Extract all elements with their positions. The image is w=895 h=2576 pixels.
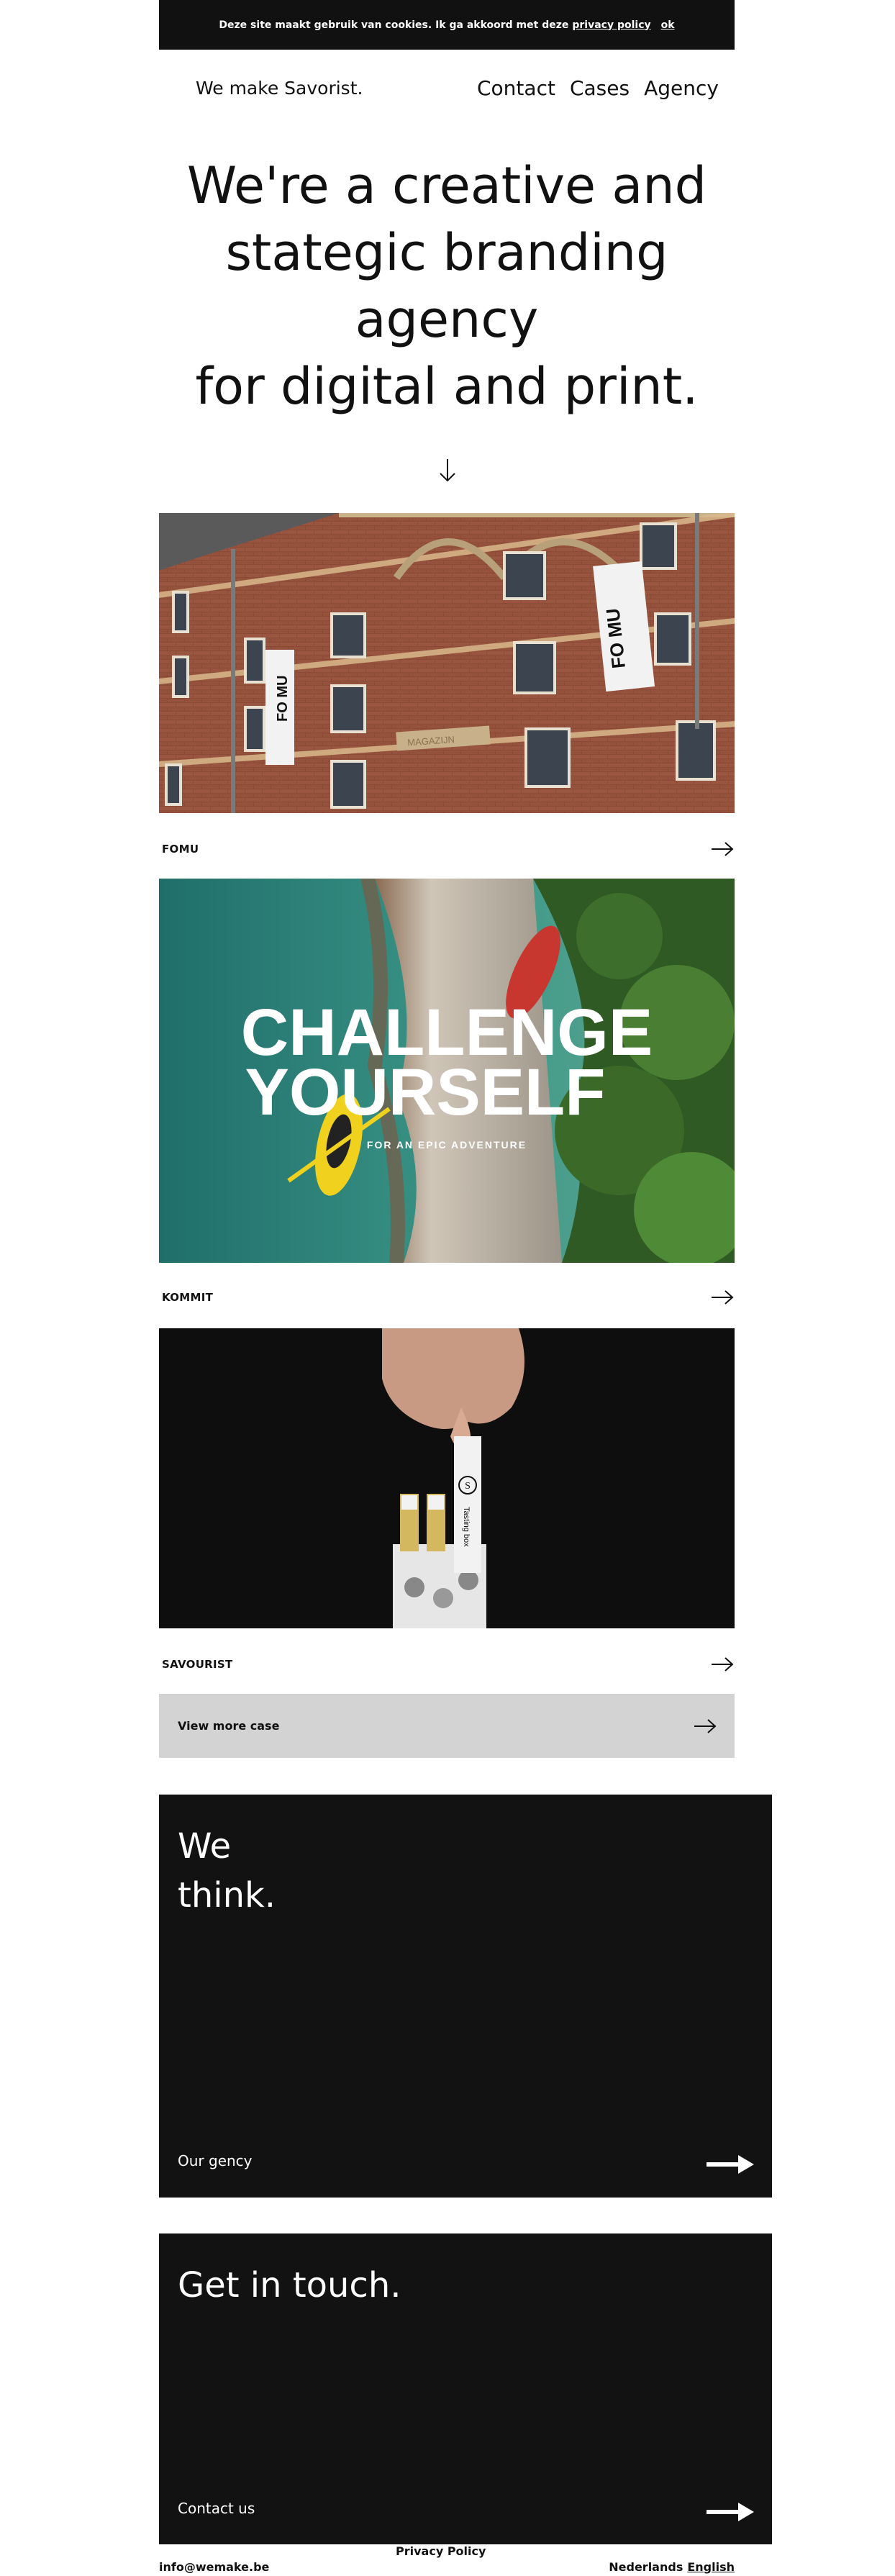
savourist-logo: S xyxy=(465,1481,471,1492)
lang-en-link[interactable]: English xyxy=(687,2560,735,2574)
nav-cases[interactable]: Cases xyxy=(570,76,630,100)
arrow-right-icon[interactable] xyxy=(710,1289,735,1305)
language-switcher: Nederlands English xyxy=(609,2560,735,2574)
kommit-adventure-image: CHALLENGE YOURSELF FOR AN EPIC ADVENTURE xyxy=(159,879,735,1263)
our-agency-link[interactable]: Our gency xyxy=(178,2152,253,2169)
main-nav: Contact Cases Agency xyxy=(477,76,719,100)
savourist-tasting-box-image: S Tasting box xyxy=(159,1328,735,1628)
brand-logo[interactable]: We make Savorist. xyxy=(196,78,363,99)
agency-title-line-1: We xyxy=(178,1826,232,1867)
nav-contact[interactable]: Contact xyxy=(477,76,555,100)
contact-block-title: Get in touch. xyxy=(178,2265,401,2305)
case-image-fomu[interactable]: FO MU FO MU MAGAZIJN xyxy=(159,513,735,813)
arrow-right-icon[interactable] xyxy=(710,841,735,857)
kommit-tagline: FOR AN EPIC ADVENTURE xyxy=(367,1139,527,1151)
case-name-savourist[interactable]: SAVOURIST xyxy=(159,1658,233,1671)
footer-privacy-policy-link[interactable]: Privacy Policy xyxy=(396,2544,486,2558)
view-more-cases-button[interactable]: View more case xyxy=(159,1694,735,1758)
hero-line-2: stategic branding agency xyxy=(225,223,668,349)
view-more-label: View more case xyxy=(178,1719,280,1733)
cookie-bar: Deze site maakt gebruik van cookies. Ik … xyxy=(159,0,735,50)
lang-nl-link[interactable]: Nederlands xyxy=(609,2560,683,2574)
hero-heading: We're a creative and stategic branding a… xyxy=(159,153,735,420)
case-row-kommit[interactable]: KOMMIT xyxy=(159,1283,735,1312)
case-name-fomu[interactable]: FOMU xyxy=(159,843,199,856)
arrow-right-icon[interactable] xyxy=(707,2501,754,2523)
case-image-savourist[interactable]: S Tasting box xyxy=(159,1328,735,1628)
kommit-headline-2: YOURSELF xyxy=(245,1056,606,1129)
case-name-kommit[interactable]: KOMMIT xyxy=(159,1291,213,1304)
footer-email-link[interactable]: info@wemake.be xyxy=(159,2560,269,2574)
arrow-right-icon xyxy=(694,1718,717,1733)
savourist-bottle-label: Tasting box xyxy=(462,1507,471,1547)
fomu-banner-left-text: FO MU xyxy=(275,676,291,722)
fomu-building-image: FO MU FO MU MAGAZIJN xyxy=(159,513,735,813)
fomu-banner-left: FO MU xyxy=(265,650,294,765)
privacy-policy-link[interactable]: privacy policy xyxy=(572,19,650,31)
contact-us-link[interactable]: Contact us xyxy=(178,2500,255,2517)
arrow-right-icon[interactable] xyxy=(710,1656,735,1672)
hero-line-3: for digital and print. xyxy=(195,357,699,416)
cookie-message: Deze site maakt gebruik van cookies. Ik … xyxy=(219,19,569,31)
nav-agency[interactable]: Agency xyxy=(644,76,719,100)
case-row-fomu[interactable]: FOMU xyxy=(159,835,735,863)
agency-block-title: We think. xyxy=(178,1822,276,1920)
case-image-kommit[interactable]: CHALLENGE YOURSELF FOR AN EPIC ADVENTURE xyxy=(159,879,735,1263)
scroll-down-arrow-icon[interactable] xyxy=(436,456,459,485)
hero-line-1: We're a creative and xyxy=(186,156,707,215)
contact-block[interactable]: Get in touch. Contact us xyxy=(159,2233,772,2544)
agency-title-line-2: think. xyxy=(178,1875,276,1915)
agency-block[interactable]: We think. Our gency xyxy=(159,1795,772,2198)
cookie-ok-button[interactable]: ok xyxy=(661,19,675,31)
case-row-savourist[interactable]: SAVOURIST xyxy=(159,1650,735,1679)
arrow-right-icon[interactable] xyxy=(707,2154,754,2175)
